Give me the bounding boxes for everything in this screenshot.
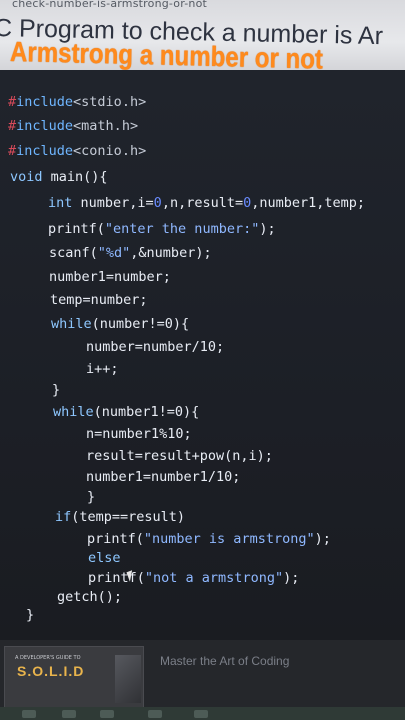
code-line-22: printf("not a armstrong"); <box>88 570 299 586</box>
code-line-9: temp=number; <box>50 292 148 308</box>
preprocessor-hash: # <box>8 118 17 134</box>
loop-condition: (number1!=0){ <box>93 404 200 420</box>
string-literal: "%d" <box>97 245 131 261</box>
declaration-part: ,n,result= <box>161 195 244 211</box>
code-line-11: number=number/10; <box>86 339 225 355</box>
preprocessor-directive: include <box>16 94 74 110</box>
string-literal: "enter the number:" <box>104 221 260 237</box>
code-line-7: scanf("%d",&number); <box>49 245 212 261</box>
code-line-21: else <box>88 550 121 566</box>
code-line-10: while(number!=0){ <box>51 316 189 332</box>
taskbar-app-icon[interactable] <box>194 710 208 718</box>
taskbar-app-icon[interactable] <box>100 710 114 718</box>
book-art-icon <box>115 655 141 703</box>
page-url-text: check-number-is-armstrong-or-not <box>12 0 208 10</box>
code-line-3: #include<conio.h> <box>8 143 146 159</box>
declaration-part: ,number1,temp; <box>251 195 366 211</box>
book-subtitle: A DEVELOPER'S GUIDE TO <box>15 655 81 661</box>
preprocessor-directive: include <box>16 143 74 159</box>
keyword: while <box>51 316 92 332</box>
code-line-2: #include<math.h> <box>8 118 138 134</box>
book-cover-image[interactable]: A DEVELOPER'S GUIDE TO S.O.L.I.D <box>4 646 144 710</box>
code-line-20: printf("number is armstrong"); <box>87 531 331 547</box>
taskbar-app-icon[interactable] <box>62 710 76 718</box>
code-line-12: i++; <box>86 361 119 377</box>
code-line-18: } <box>87 489 96 505</box>
code-line-8: number1=number; <box>49 269 171 285</box>
number-literal: 0 <box>153 195 162 211</box>
taskbar-app-icon[interactable] <box>22 710 36 718</box>
keyword: void <box>10 169 43 185</box>
keyword: if <box>55 509 72 525</box>
taskbar-app-icon[interactable] <box>148 710 162 718</box>
preprocessor-hash: # <box>8 143 17 159</box>
header-name: <math.h> <box>73 118 139 134</box>
loop-condition: (number!=0){ <box>91 316 190 332</box>
code-block: #include<stdio.h> #include<math.h> #incl… <box>0 70 405 640</box>
taskbar <box>0 707 405 720</box>
code-line-15: n=number1%10; <box>86 426 192 442</box>
keyword: while <box>53 404 94 420</box>
book-title: S.O.L.I.D <box>17 663 85 679</box>
if-condition: (temp==result) <box>71 509 186 525</box>
code-line-1: #include<stdio.h> <box>8 94 146 110</box>
keyword: else <box>88 550 121 566</box>
function-call: printf( <box>87 531 144 547</box>
code-line-23: getch(); <box>57 589 123 605</box>
function-call: printf( <box>88 570 145 586</box>
preprocessor-hash: # <box>8 94 17 110</box>
statement-end: ); <box>259 221 276 237</box>
function-call: scanf( <box>49 245 98 261</box>
code-line-5: int number,i=0,n,result=0,number1,temp; <box>48 195 365 211</box>
code-editor: #include<stdio.h> #include<math.h> #incl… <box>0 70 405 640</box>
keyword: int <box>48 195 73 211</box>
code-line-14: while(number1!=0){ <box>53 404 199 420</box>
header-name: <conio.h> <box>73 143 147 159</box>
code-line-24: } <box>26 607 35 623</box>
string-literal: "number is armstrong" <box>143 531 315 547</box>
ad-tagline: Master the Art of Coding <box>160 654 290 668</box>
code-line-6: printf("enter the number:"); <box>48 221 276 237</box>
declaration-part: number,i= <box>72 195 154 211</box>
header-name: <stdio.h> <box>73 94 147 110</box>
video-header: check-number-is-armstrong-or-not C Progr… <box>0 0 405 70</box>
statement-end: ); <box>283 570 300 586</box>
code-line-4: void main(){ <box>10 169 108 185</box>
number-literal: 0 <box>243 195 252 211</box>
preprocessor-directive: include <box>16 118 74 134</box>
code-line-13: } <box>52 382 61 398</box>
string-literal: "not a armstrong" <box>144 570 284 586</box>
statement-end: ); <box>314 531 331 547</box>
code-line-17: number1=number1/10; <box>86 469 241 485</box>
statement-end: ,&number); <box>130 245 212 261</box>
function-call: printf( <box>48 221 105 237</box>
code-line-19: if(temp==result) <box>55 509 185 525</box>
code-line-16: result=result+pow(n,i); <box>86 448 273 464</box>
function-signature: main(){ <box>42 169 108 185</box>
